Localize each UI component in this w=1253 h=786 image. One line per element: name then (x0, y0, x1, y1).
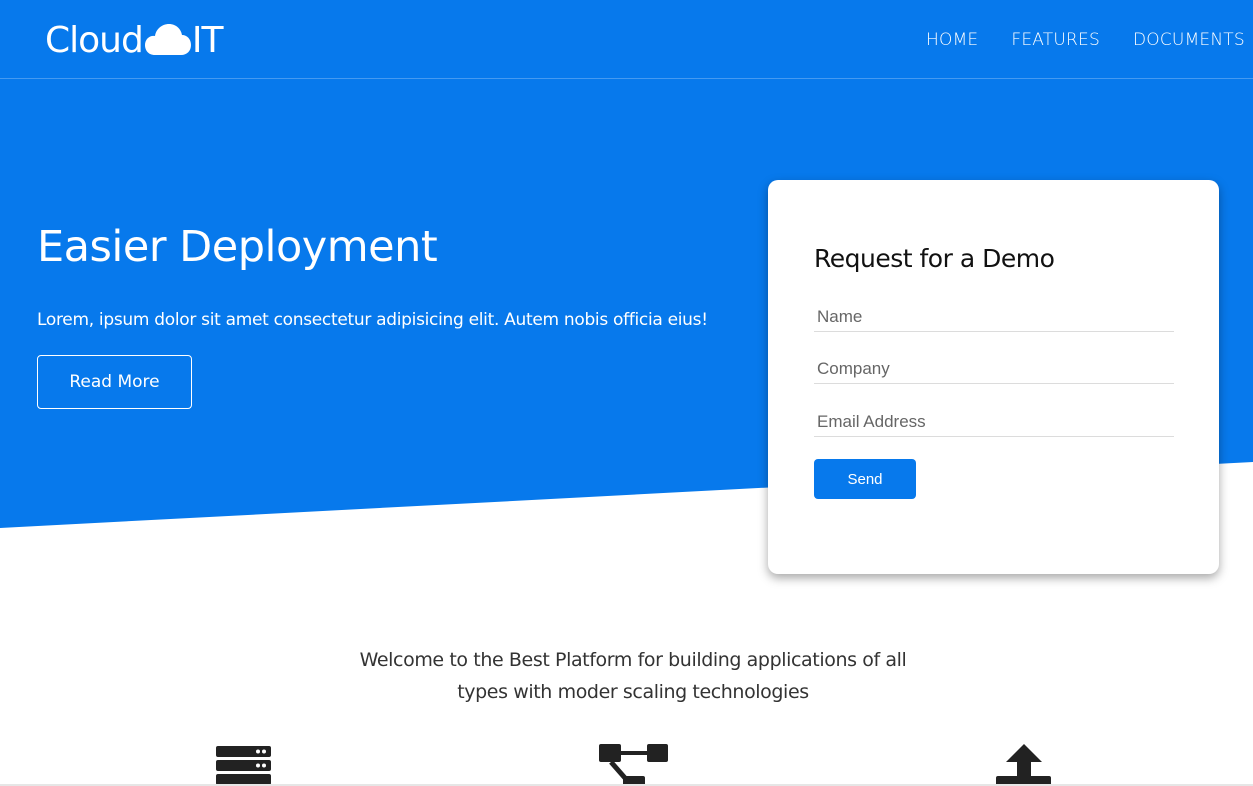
nav-features[interactable]: FEATURES (1011, 30, 1100, 50)
hero-text: Lorem, ipsum dolor sit amet consectetur … (37, 310, 708, 330)
brand-suffix: IT (191, 19, 224, 61)
demo-form-title: Request for a Demo (814, 244, 1055, 273)
server-icon (216, 744, 272, 786)
send-button[interactable]: Send (814, 459, 916, 499)
name-input[interactable] (814, 302, 1174, 332)
hero-title: Easier Deployment (37, 222, 438, 272)
nav-home[interactable]: HOME (926, 30, 978, 50)
email-input[interactable] (814, 407, 1174, 437)
main-nav: HOME FEATURES DOCUMENTS (926, 30, 1253, 50)
brand-logo[interactable]: Cloud IT (45, 19, 224, 61)
navbar: Cloud IT HOME FEATURES DOCUMENTS (0, 0, 1253, 79)
read-more-button[interactable]: Read More (37, 355, 192, 409)
upload-icon (996, 744, 1052, 786)
nav-documents[interactable]: DOCUMENTS (1133, 30, 1245, 50)
brand-prefix: Cloud (45, 19, 144, 61)
company-input[interactable] (814, 354, 1174, 384)
cloud-icon (144, 23, 191, 57)
welcome-text: Welcome to the Best Platform for buildin… (359, 649, 907, 703)
demo-request-card: Request for a Demo Send (768, 180, 1219, 574)
network-icon (599, 744, 669, 786)
